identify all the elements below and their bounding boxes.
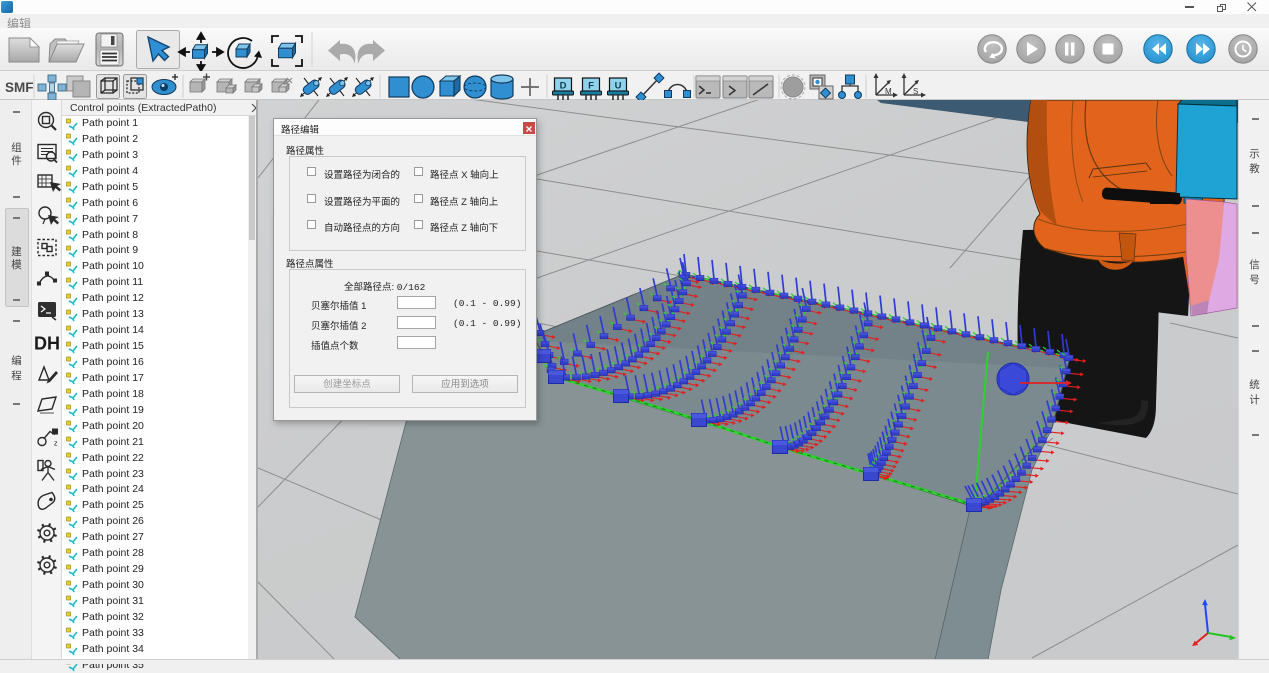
svg-text:D: D xyxy=(560,81,567,92)
svg-text:M: M xyxy=(885,87,892,96)
svg-text:F: F xyxy=(588,81,594,92)
svg-text:DH: DH xyxy=(34,334,60,354)
svg-text:SMF: SMF xyxy=(5,80,34,95)
svg-text:U: U xyxy=(615,81,622,92)
svg-text:S: S xyxy=(913,87,918,96)
svg-text:z: z xyxy=(54,441,58,448)
